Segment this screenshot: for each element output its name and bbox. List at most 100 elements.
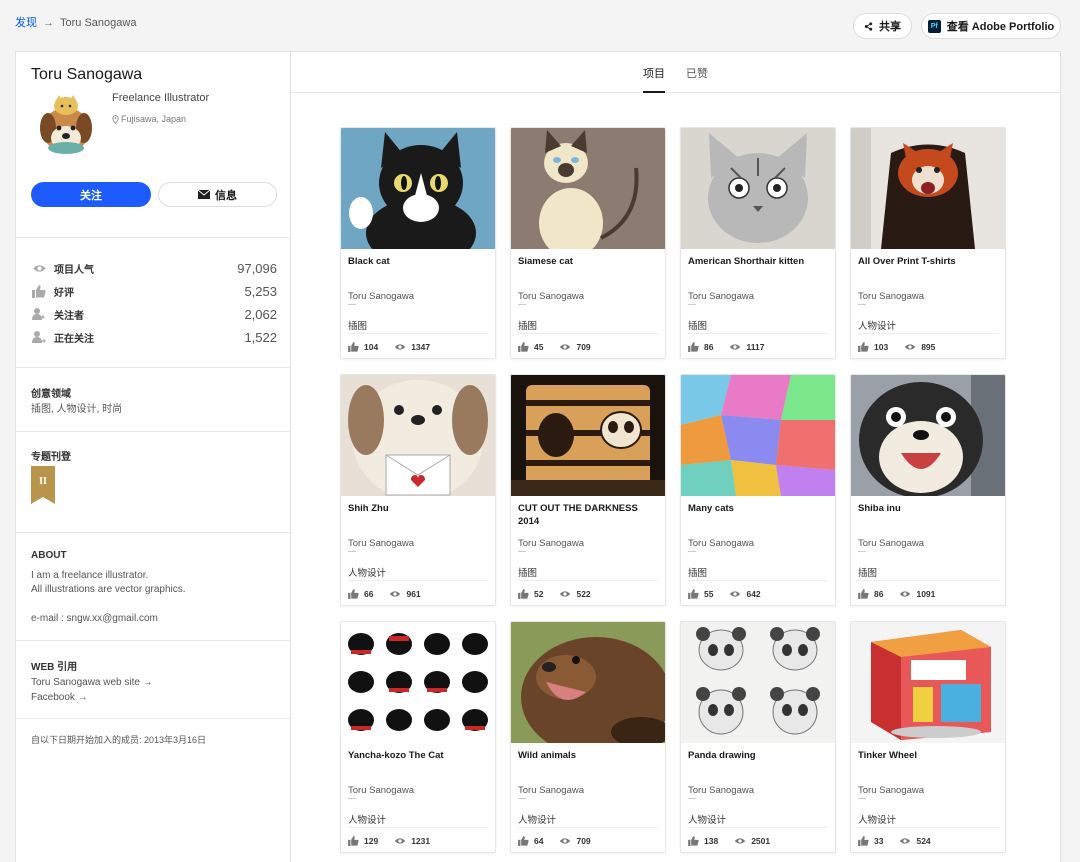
project-author[interactable]: Toru Sanogawa: [518, 785, 584, 796]
project-author[interactable]: Toru Sanogawa: [348, 785, 414, 796]
project-card[interactable]: Siamese cat Toru Sanogawa 插图 45 709: [510, 127, 666, 359]
project-author[interactable]: Toru Sanogawa: [688, 291, 754, 302]
project-thumbnail[interactable]: [341, 375, 495, 496]
like-count: 104: [364, 342, 379, 352]
message-button[interactable]: 信息: [158, 182, 277, 207]
project-title[interactable]: Wild animals: [518, 749, 658, 762]
tab-projects[interactable]: 项目: [643, 65, 665, 81]
project-author[interactable]: Toru Sanogawa: [688, 785, 754, 796]
eye-icon: [394, 838, 406, 844]
avatar[interactable]: [33, 92, 99, 158]
featured-badge-text: II: [39, 476, 47, 487]
breadcrumb-discover-link[interactable]: 发现: [15, 17, 37, 29]
project-thumbnail[interactable]: [681, 622, 835, 743]
web-title: WEB 引用: [31, 662, 78, 673]
following-icon: [31, 330, 47, 344]
project-card[interactable]: Many cats Toru Sanogawa 插图 55 642: [680, 374, 836, 606]
like-count: 66: [364, 589, 374, 599]
like-count: 138: [704, 836, 719, 846]
top-bar: 发现 → Toru Sanogawa 共享 Pf 查看 Adobe Portfoli…: [0, 0, 1080, 50]
project-card[interactable]: Wild animals Toru Sanogawa 人物设计 64 709: [510, 621, 666, 853]
view-portfolio-button[interactable]: Pf 查看 Adobe Portfolio: [921, 13, 1061, 39]
project-author[interactable]: Toru Sanogawa: [688, 538, 754, 549]
project-field[interactable]: 人物设计: [348, 565, 386, 579]
project-field[interactable]: 插图: [858, 565, 877, 579]
divider: [688, 827, 828, 828]
project-author[interactable]: Toru Sanogawa: [858, 785, 924, 796]
thumbs-up-icon: [348, 342, 359, 352]
project-field[interactable]: 插图: [348, 318, 367, 332]
project-field[interactable]: 人物设计: [688, 812, 726, 826]
view-count: 642: [746, 589, 761, 599]
share-button[interactable]: 共享: [853, 13, 912, 39]
like-count: 52: [534, 589, 544, 599]
project-title[interactable]: All Over Print T-shirts: [858, 255, 998, 268]
project-card[interactable]: American Shorthair kitten Toru Sanogawa …: [680, 127, 836, 359]
project-card[interactable]: Tinker Wheel Toru Sanogawa 人物设计 33 524: [850, 621, 1006, 853]
divider: [348, 304, 356, 305]
divider: [518, 551, 526, 552]
project-thumbnail[interactable]: [511, 128, 665, 249]
project-thumbnail[interactable]: [511, 622, 665, 743]
stat-value: 97,096: [237, 260, 277, 276]
project-card[interactable]: Panda drawing Toru Sanogawa 人物设计 138 250…: [680, 621, 836, 853]
project-field[interactable]: 人物设计: [518, 812, 556, 826]
project-field[interactable]: 插图: [688, 565, 707, 579]
project-card[interactable]: All Over Print T-shirts Toru Sanogawa 人物…: [850, 127, 1006, 359]
project-card[interactable]: Yancha-kozo The Cat Toru Sanogawa 人物设计 1…: [340, 621, 496, 853]
stat-value: 2,062: [244, 306, 277, 322]
stat-label: 正在关注: [54, 333, 94, 345]
follow-button[interactable]: 关注: [31, 182, 151, 207]
eye-icon: [904, 344, 916, 350]
project-field[interactable]: 插图: [688, 318, 707, 332]
breadcrumb-arrow: →: [43, 17, 54, 29]
project-field[interactable]: 人物设计: [858, 318, 896, 332]
project-stats: 45 709: [518, 342, 591, 352]
project-title[interactable]: CUT OUT THE DARKNESS 2014: [518, 502, 658, 528]
project-thumbnail[interactable]: [341, 128, 495, 249]
project-title[interactable]: American Shorthair kitten: [688, 255, 828, 268]
project-author[interactable]: Toru Sanogawa: [858, 538, 924, 549]
project-title[interactable]: Shih Zhu: [348, 502, 488, 515]
portfolio-label: 查看 Adobe Portfolio: [946, 21, 1055, 33]
project-card[interactable]: Shih Zhu Toru Sanogawa 人物设计 66 961: [340, 374, 496, 606]
project-field[interactable]: 插图: [518, 565, 537, 579]
project-thumbnail[interactable]: [851, 622, 1005, 743]
project-title[interactable]: Black cat: [348, 255, 488, 268]
divider: [858, 333, 998, 334]
tab-appreciated[interactable]: 已赞: [686, 65, 708, 81]
project-title[interactable]: Siamese cat: [518, 255, 658, 268]
project-author[interactable]: Toru Sanogawa: [518, 291, 584, 302]
project-author[interactable]: Toru Sanogawa: [348, 291, 414, 302]
stat-value: 5,253: [244, 283, 277, 299]
project-title[interactable]: Many cats: [688, 502, 828, 515]
project-title[interactable]: Yancha-kozo The Cat: [348, 749, 488, 762]
divider: [858, 827, 998, 828]
project-author[interactable]: Toru Sanogawa: [518, 538, 584, 549]
project-title[interactable]: Tinker Wheel: [858, 749, 998, 762]
project-author[interactable]: Toru Sanogawa: [858, 291, 924, 302]
project-thumbnail[interactable]: [341, 622, 495, 743]
website-link[interactable]: Toru Sanogawa web site →: [31, 675, 153, 690]
project-field[interactable]: 人物设计: [348, 812, 386, 826]
project-thumbnail[interactable]: [851, 375, 1005, 496]
view-count: 1117: [746, 342, 765, 352]
project-field[interactable]: 人物设计: [858, 812, 896, 826]
project-thumbnail[interactable]: [681, 128, 835, 249]
project-field[interactable]: 插图: [518, 318, 537, 332]
project-thumbnail[interactable]: [681, 375, 835, 496]
project-author[interactable]: Toru Sanogawa: [348, 538, 414, 549]
project-thumbnail[interactable]: [511, 375, 665, 496]
project-thumbnail[interactable]: [851, 128, 1005, 249]
project-title[interactable]: Shiba inu: [858, 502, 998, 515]
stat-value: 1,522: [244, 329, 277, 345]
facebook-link[interactable]: Facebook →: [31, 690, 88, 705]
divider: [688, 798, 696, 799]
view-count: 524: [916, 836, 931, 846]
project-card[interactable]: Black cat Toru Sanogawa 插图 104 1347: [340, 127, 496, 359]
project-title[interactable]: Panda drawing: [688, 749, 828, 762]
project-card[interactable]: CUT OUT THE DARKNESS 2014 Toru Sanogawa …: [510, 374, 666, 606]
project-card[interactable]: Shiba inu Toru Sanogawa 插图 86 1091: [850, 374, 1006, 606]
featured-badge[interactable]: II: [31, 466, 55, 504]
eye-icon: [734, 838, 746, 844]
